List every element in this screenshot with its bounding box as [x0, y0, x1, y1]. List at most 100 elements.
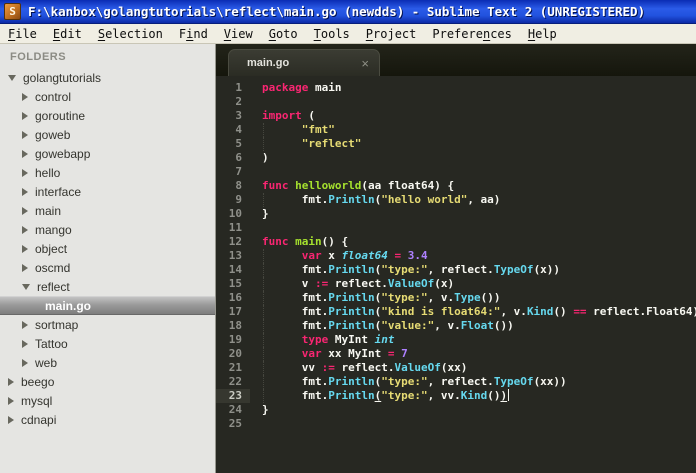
tree-arrow-icon[interactable]	[22, 187, 28, 196]
line-number: 18	[228, 319, 242, 332]
tree-arrow-icon[interactable]	[22, 149, 28, 158]
tree-arrow-icon[interactable]	[22, 130, 28, 139]
tree-item[interactable]: goroutine	[0, 106, 215, 125]
tree-item[interactable]: cdnapi	[0, 410, 215, 429]
window-title: F:\kanbox\golangtutorials\reflect\main.g…	[28, 4, 646, 19]
tab-main-go[interactable]: main.go ×	[228, 49, 380, 76]
code-line[interactable]: 4 "fmt"	[216, 123, 696, 137]
menu-item[interactable]: File	[0, 27, 45, 41]
code-line[interactable]: 15 v := reflect.ValueOf(x)	[216, 277, 696, 291]
tree-item[interactable]: gowebapp	[0, 144, 215, 163]
tree-item[interactable]: mysql	[0, 391, 215, 410]
code-line[interactable]: 14 fmt.Println("type:", reflect.TypeOf(x…	[216, 263, 696, 277]
code-line[interactable]: 16 fmt.Println("type:", v.Type())	[216, 291, 696, 305]
code-line[interactable]: 11	[216, 221, 696, 235]
code-token: x	[321, 249, 342, 262]
code-line[interactable]: 8 func helloworld(aa float64) {	[216, 179, 696, 193]
code-token: func	[262, 235, 289, 248]
tree-item-label: control	[35, 89, 72, 104]
tree-item[interactable]: oscmd	[0, 258, 215, 277]
code-token: () {	[321, 235, 349, 248]
tree-item[interactable]: mango	[0, 220, 215, 239]
tree-arrow-icon[interactable]	[22, 206, 28, 215]
code-line-text: "reflect"	[262, 137, 362, 151]
code-line[interactable]: 10 }	[216, 207, 696, 221]
code-line[interactable]: 3 import (	[216, 109, 696, 123]
tree-item[interactable]: web	[0, 353, 215, 372]
code-line[interactable]: 23 fmt.Println("type:", vv.Kind())	[216, 389, 696, 403]
code-line[interactable]: 21 vv := reflect.ValueOf(xx)	[216, 361, 696, 375]
code-line[interactable]: 20 var xx MyInt = 7	[216, 347, 696, 361]
line-number: 17	[228, 305, 242, 318]
line-number: 4	[235, 123, 242, 136]
tree-arrow-icon[interactable]	[22, 244, 28, 253]
tree-item[interactable]: beego	[0, 372, 215, 391]
tree-item[interactable]: control	[0, 87, 215, 106]
menu-item[interactable]: Help	[520, 27, 565, 41]
menu-item[interactable]: Project	[358, 27, 425, 41]
menu-item[interactable]: Selection	[90, 27, 171, 41]
tree-item[interactable]: object	[0, 239, 215, 258]
tree-arrow-icon[interactable]	[8, 415, 14, 424]
code-line[interactable]: 18 fmt.Println("value:", v.Float())	[216, 319, 696, 333]
code-token: "kind is float64:"	[381, 305, 501, 318]
tree-item[interactable]: interface	[0, 182, 215, 201]
menu-item-label: ools	[320, 26, 350, 41]
tree-arrow-icon[interactable]	[22, 111, 28, 120]
tree-item-label: mango	[35, 222, 72, 237]
code-line[interactable]: 2	[216, 95, 696, 109]
tree-arrow-icon[interactable]	[8, 377, 14, 386]
tree-item[interactable]: main.go	[0, 296, 215, 315]
tree-item[interactable]: golangtutorials	[0, 68, 215, 87]
tab-close-icon[interactable]: ×	[361, 57, 369, 70]
tree-item[interactable]: reflect	[0, 277, 215, 296]
code-line[interactable]: 6 )	[216, 151, 696, 165]
tree-arrow-icon[interactable]	[22, 320, 28, 329]
tree-arrow-icon[interactable]	[8, 396, 14, 405]
code-line[interactable]: 12 func main() {	[216, 235, 696, 249]
tree-item[interactable]: Tattoo	[0, 334, 215, 353]
tree-arrow-icon[interactable]	[22, 168, 28, 177]
tree-arrow-icon[interactable]	[22, 92, 28, 101]
menu-item[interactable]: Tools	[306, 27, 358, 41]
code-token: Println	[328, 193, 375, 206]
code-line[interactable]: 5 "reflect"	[216, 137, 696, 151]
code-area[interactable]: 1 package main 2 3 import ( 4 "fmt" 5 "r…	[216, 76, 696, 473]
code-token: }	[262, 403, 269, 416]
tree-arrow-icon[interactable]	[22, 283, 30, 290]
tree-item[interactable]: sortmap	[0, 315, 215, 334]
code-line[interactable]: 1 package main	[216, 81, 696, 95]
tree-item[interactable]: hello	[0, 163, 215, 182]
tree-item[interactable]: main	[0, 201, 215, 220]
code-line-text: fmt.Println("kind is float64:", v.Kind()…	[262, 305, 696, 319]
code-line[interactable]: 13 var x float64 = 3.4	[216, 249, 696, 263]
code-line[interactable]: 25	[216, 417, 696, 431]
code-token	[508, 389, 510, 401]
code-line-text: func main() {	[262, 235, 348, 249]
code-token: fmt.	[262, 319, 329, 332]
menu-item[interactable]: Preferences	[424, 27, 520, 41]
tree-arrow-icon[interactable]	[22, 225, 28, 234]
menu-item-label: iew	[231, 26, 253, 41]
menu-item[interactable]: View	[216, 27, 261, 41]
tree-arrow-icon[interactable]	[8, 74, 16, 81]
code-token: (	[301, 109, 315, 122]
code-line[interactable]: 22 fmt.Println("type:", reflect.TypeOf(x…	[216, 375, 696, 389]
tree-item[interactable]: goweb	[0, 125, 215, 144]
code-line[interactable]: 9 fmt.Println("hello world", aa)	[216, 193, 696, 207]
tree-arrow-icon[interactable]	[22, 263, 28, 272]
code-line[interactable]: 7	[216, 165, 696, 179]
menu-item-mnemonic: G	[268, 26, 276, 41]
line-number: 14	[228, 263, 242, 276]
menu-item[interactable]: Goto	[261, 27, 306, 41]
tree-item-label: Tattoo	[35, 336, 68, 351]
code-line[interactable]: 24 }	[216, 403, 696, 417]
code-line[interactable]: 17 fmt.Println("kind is float64:", v.Kin…	[216, 305, 696, 319]
menu-item[interactable]: Edit	[45, 27, 90, 41]
code-token: (xx))	[533, 375, 567, 388]
tree-arrow-icon[interactable]	[22, 358, 28, 367]
code-line[interactable]: 19 type MyInt int	[216, 333, 696, 347]
tree-item-label: web	[35, 355, 58, 370]
menu-item[interactable]: Find	[171, 27, 216, 41]
tree-arrow-icon[interactable]	[22, 339, 28, 348]
